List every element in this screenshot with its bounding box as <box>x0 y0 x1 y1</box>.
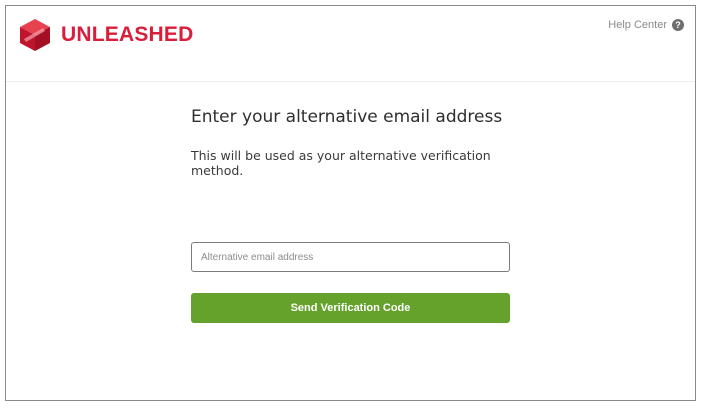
brand-logo[interactable]: UNLEASHED <box>17 17 193 53</box>
page-subtitle: This will be used as your alternative ve… <box>191 148 491 178</box>
unleashed-cube-logo-icon <box>20 19 50 51</box>
send-verification-code-button[interactable]: Send Verification Code <box>191 293 510 323</box>
page-title: Enter your alternative email address <box>191 107 503 127</box>
page-frame: UNLEASHED Help Center ? Enter your alter… <box>5 5 696 401</box>
help-center-label: Help Center <box>608 19 667 31</box>
header: UNLEASHED Help Center ? <box>6 6 695 82</box>
brand-name: UNLEASHED <box>61 23 194 46</box>
alternative-email-input[interactable] <box>191 242 510 272</box>
question-circle-icon: ? <box>672 19 684 31</box>
help-center-link[interactable]: Help Center ? <box>608 19 684 31</box>
verification-form: Enter your alternative email address Thi… <box>191 106 511 323</box>
